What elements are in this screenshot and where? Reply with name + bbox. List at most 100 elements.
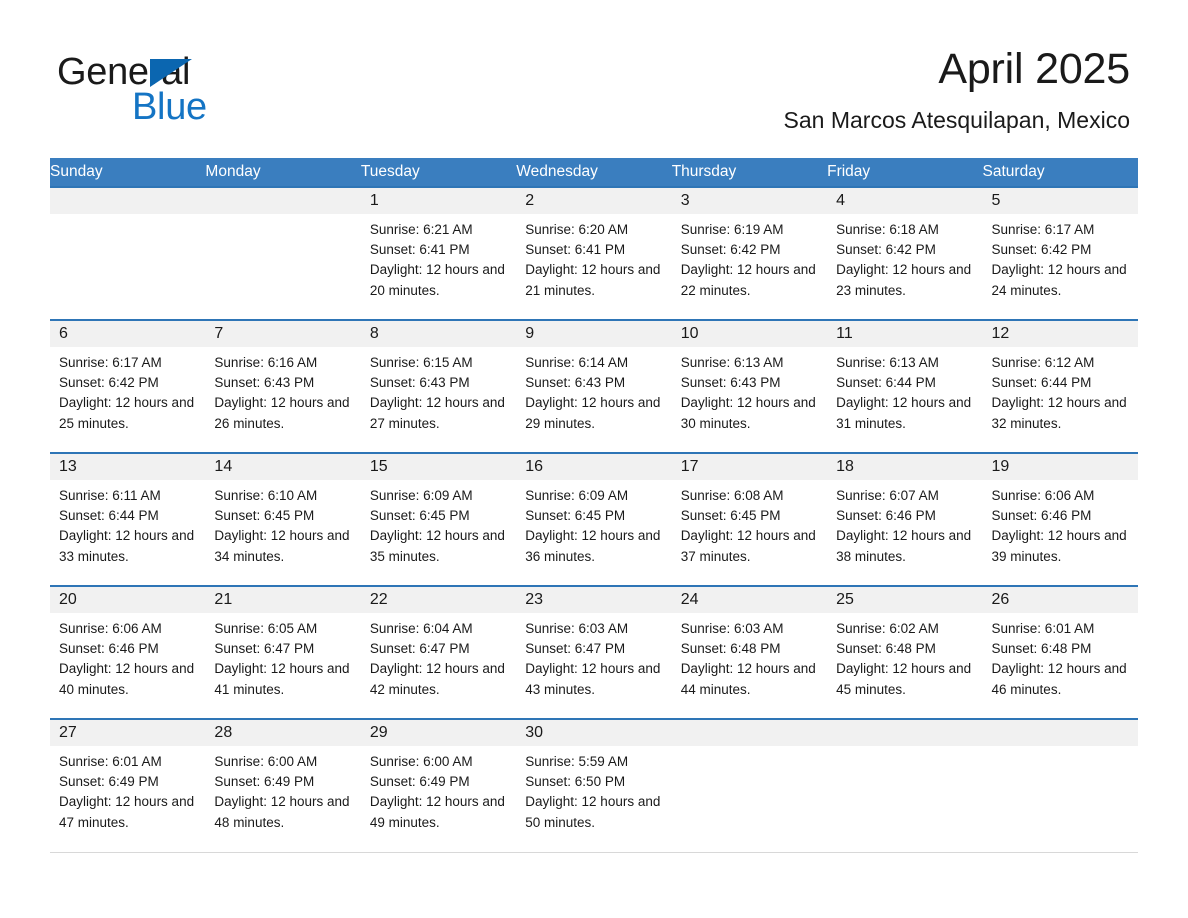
day-number: 5 <box>982 188 1138 214</box>
day-details: Sunrise: 6:02 AM Sunset: 6:48 PM Daylight:… <box>827 613 982 700</box>
calendar-day-cell[interactable]: 19 Sunrise: 6:06 AM Sunset: 6:46 PM Dayligh… <box>982 452 1138 586</box>
day-details: Sunrise: 6:05 AM Sunset: 6:47 PM Daylight:… <box>205 613 360 700</box>
calendar-day-cell[interactable]: 12 Sunrise: 6:12 AM Sunset: 6:44 PM Dayligh… <box>982 319 1138 453</box>
calendar-day-cell[interactable]: 30 Sunrise: 5:59 AM Sunset: 6:50 PM Dayligh… <box>516 718 672 853</box>
daylight-text: Daylight: 12 hours and 29 minutes. <box>525 395 661 431</box>
daylight-text: Daylight: 12 hours and 47 minutes. <box>59 794 195 830</box>
sunrise-text: Sunrise: 6:19 AM <box>680 222 784 237</box>
day-details: Sunrise: 6:09 AM Sunset: 6:45 PM Daylight:… <box>516 480 671 567</box>
calendar-day-cell[interactable]: 26 Sunrise: 6:01 AM Sunset: 6:48 PM Dayligh… <box>982 585 1138 719</box>
sunrise-text: Sunrise: 6:00 AM <box>369 754 473 769</box>
calendar-day-cell[interactable]: 28 Sunrise: 6:00 AM Sunset: 6:49 PM Dayligh… <box>205 718 361 853</box>
day-details: Sunrise: 6:12 AM Sunset: 6:44 PM Daylight:… <box>983 347 1138 434</box>
calendar-day-cell[interactable]: 8 Sunrise: 6:15 AM Sunset: 6:43 PM Daylight… <box>360 319 517 453</box>
sunset-text: Sunset: 6:46 PM <box>991 508 1092 524</box>
general-blue-logo[interactable]: General Blue <box>57 52 317 128</box>
calendar-header-row: Sunday Monday Tuesday Wednesday Thursday… <box>50 158 1138 187</box>
weekday-header-tuesday: Tuesday <box>360 158 517 187</box>
day-number: 21 <box>205 587 361 613</box>
logo-text-blue: Blue <box>132 86 207 128</box>
sunset-text: Sunset: 6:47 PM <box>369 641 470 657</box>
sunrise-text: Sunrise: 6:17 AM <box>59 355 162 370</box>
weekday-header-friday: Friday <box>827 158 983 187</box>
day-details: Sunrise: 6:11 AM Sunset: 6:44 PM Daylight:… <box>50 480 205 567</box>
day-number: 14 <box>205 454 361 480</box>
sunrise-text: Sunrise: 6:00 AM <box>214 754 318 769</box>
calendar-day-cell[interactable]: 3 Sunrise: 6:19 AM Sunset: 6:42 PM Daylight… <box>671 186 828 320</box>
daylight-text: Daylight: 12 hours and 40 minutes. <box>59 661 195 697</box>
calendar-day-cell-empty <box>205 186 361 320</box>
day-details: Sunrise: 6:06 AM Sunset: 6:46 PM Daylight:… <box>50 613 205 700</box>
daylight-text: Daylight: 12 hours and 48 minutes. <box>214 794 350 830</box>
calendar-day-cell[interactable]: 10 Sunrise: 6:13 AM Sunset: 6:43 PM Dayligh… <box>671 319 828 453</box>
calendar-day-cell[interactable]: 9 Sunrise: 6:14 AM Sunset: 6:43 PM Daylight… <box>516 319 672 453</box>
day-details: Sunrise: 6:20 AM Sunset: 6:41 PM Daylight:… <box>516 214 671 301</box>
day-number: 1 <box>360 188 517 214</box>
sunset-text: Sunset: 6:45 PM <box>525 508 626 524</box>
day-details: Sunrise: 5:59 AM Sunset: 6:50 PM Daylight:… <box>516 746 671 833</box>
daylight-text: Daylight: 12 hours and 27 minutes. <box>369 395 505 431</box>
sunset-text: Sunset: 6:43 PM <box>680 375 781 391</box>
calendar-day-cell[interactable]: 18 Sunrise: 6:07 AM Sunset: 6:46 PM Dayligh… <box>827 452 983 586</box>
calendar-page: General Blue April 2025 San Marcos Atesq… <box>0 0 1188 918</box>
sunset-text: Sunset: 6:42 PM <box>836 242 936 258</box>
daylight-text: Daylight: 12 hours and 37 minutes. <box>680 528 816 564</box>
weekday-header-wednesday: Wednesday <box>516 158 672 187</box>
calendar-day-cell[interactable]: 17 Sunrise: 6:08 AM Sunset: 6:45 PM Dayligh… <box>671 452 828 586</box>
sunset-text: Sunset: 6:41 PM <box>369 242 470 258</box>
calendar-table: Sunday Monday Tuesday Wednesday Thursday… <box>50 158 1138 853</box>
calendar-day-cell[interactable]: 7 Sunrise: 6:16 AM Sunset: 6:43 PM Daylight… <box>205 319 361 453</box>
day-number: 6 <box>50 321 206 347</box>
day-details: Sunrise: 6:06 AM Sunset: 6:46 PM Daylight:… <box>983 480 1138 567</box>
calendar-day-cell-empty <box>827 718 983 853</box>
sunrise-text: Sunrise: 6:14 AM <box>525 355 629 370</box>
sunset-text: Sunset: 6:47 PM <box>525 641 626 657</box>
day-details: Sunrise: 6:09 AM Sunset: 6:45 PM Daylight:… <box>361 480 516 567</box>
sunrise-text: Sunrise: 6:03 AM <box>680 621 784 636</box>
calendar-day-cell[interactable]: 15 Sunrise: 6:09 AM Sunset: 6:45 PM Dayligh… <box>360 452 517 586</box>
day-details: Sunrise: 6:17 AM Sunset: 6:42 PM Daylight:… <box>50 347 205 434</box>
sunrise-text: Sunrise: 6:03 AM <box>525 621 629 636</box>
weekday-header-sunday: Sunday <box>50 158 206 187</box>
calendar-day-cell[interactable]: 22 Sunrise: 6:04 AM Sunset: 6:47 PM Dayligh… <box>360 585 517 719</box>
sunset-text: Sunset: 6:43 PM <box>525 375 626 391</box>
sunset-text: Sunset: 6:42 PM <box>59 375 159 391</box>
day-details <box>672 746 827 762</box>
calendar-day-cell[interactable]: 4 Sunrise: 6:18 AM Sunset: 6:42 PM Daylight… <box>827 186 983 320</box>
daylight-text: Daylight: 12 hours and 34 minutes. <box>214 528 350 564</box>
day-details: Sunrise: 6:21 AM Sunset: 6:41 PM Daylight:… <box>361 214 516 301</box>
day-details: Sunrise: 6:14 AM Sunset: 6:43 PM Daylight:… <box>516 347 671 434</box>
sunrise-text: Sunrise: 6:11 AM <box>59 488 161 503</box>
day-details: Sunrise: 6:13 AM Sunset: 6:44 PM Daylight:… <box>827 347 982 434</box>
calendar-day-cell[interactable]: 24 Sunrise: 6:03 AM Sunset: 6:48 PM Dayligh… <box>671 585 828 719</box>
calendar-day-cell[interactable]: 6 Sunrise: 6:17 AM Sunset: 6:42 PM Daylight… <box>50 319 206 453</box>
calendar-day-cell[interactable]: 20 Sunrise: 6:06 AM Sunset: 6:46 PM Dayligh… <box>50 585 206 719</box>
sunset-text: Sunset: 6:44 PM <box>59 508 159 524</box>
calendar-day-cell[interactable]: 29 Sunrise: 6:00 AM Sunset: 6:49 PM Dayligh… <box>360 718 517 853</box>
sunset-text: Sunset: 6:44 PM <box>991 375 1092 391</box>
calendar-day-cell[interactable]: 21 Sunrise: 6:05 AM Sunset: 6:47 PM Dayligh… <box>205 585 361 719</box>
day-number: 20 <box>50 587 206 613</box>
calendar-day-cell[interactable]: 23 Sunrise: 6:03 AM Sunset: 6:47 PM Dayligh… <box>516 585 672 719</box>
day-details: Sunrise: 6:01 AM Sunset: 6:48 PM Daylight:… <box>983 613 1138 700</box>
calendar-day-cell[interactable]: 2 Sunrise: 6:20 AM Sunset: 6:41 PM Daylight… <box>516 186 672 320</box>
calendar-day-cell[interactable]: 11 Sunrise: 6:13 AM Sunset: 6:44 PM Dayligh… <box>827 319 983 453</box>
calendar-day-cell[interactable]: 25 Sunrise: 6:02 AM Sunset: 6:48 PM Dayligh… <box>827 585 983 719</box>
calendar-day-cell[interactable]: 27 Sunrise: 6:01 AM Sunset: 6:49 PM Dayligh… <box>50 718 206 853</box>
daylight-text: Daylight: 12 hours and 38 minutes. <box>836 528 972 564</box>
calendar-day-cell-empty <box>982 718 1138 853</box>
calendar-week-row: 13 Sunrise: 6:11 AM Sunset: 6:44 PM Dayligh… <box>50 452 1138 586</box>
daylight-text: Daylight: 12 hours and 32 minutes. <box>991 395 1127 431</box>
daylight-text: Daylight: 12 hours and 35 minutes. <box>369 528 505 564</box>
calendar-day-cell[interactable]: 13 Sunrise: 6:11 AM Sunset: 6:44 PM Dayligh… <box>50 452 206 586</box>
daylight-text: Daylight: 12 hours and 23 minutes. <box>836 262 972 298</box>
calendar-day-cell[interactable]: 5 Sunrise: 6:17 AM Sunset: 6:42 PM Daylight… <box>982 186 1138 320</box>
calendar-day-cell[interactable]: 14 Sunrise: 6:10 AM Sunset: 6:45 PM Dayligh… <box>205 452 361 586</box>
sunset-text: Sunset: 6:49 PM <box>59 774 159 790</box>
sunset-text: Sunset: 6:43 PM <box>369 375 470 391</box>
sunset-text: Sunset: 6:49 PM <box>369 774 470 790</box>
sunrise-text: Sunrise: 6:02 AM <box>836 621 939 636</box>
calendar-day-cell[interactable]: 16 Sunrise: 6:09 AM Sunset: 6:45 PM Dayligh… <box>516 452 672 586</box>
calendar-day-cell[interactable]: 1 Sunrise: 6:21 AM Sunset: 6:41 PM Daylight… <box>360 186 517 320</box>
day-number <box>50 188 206 214</box>
